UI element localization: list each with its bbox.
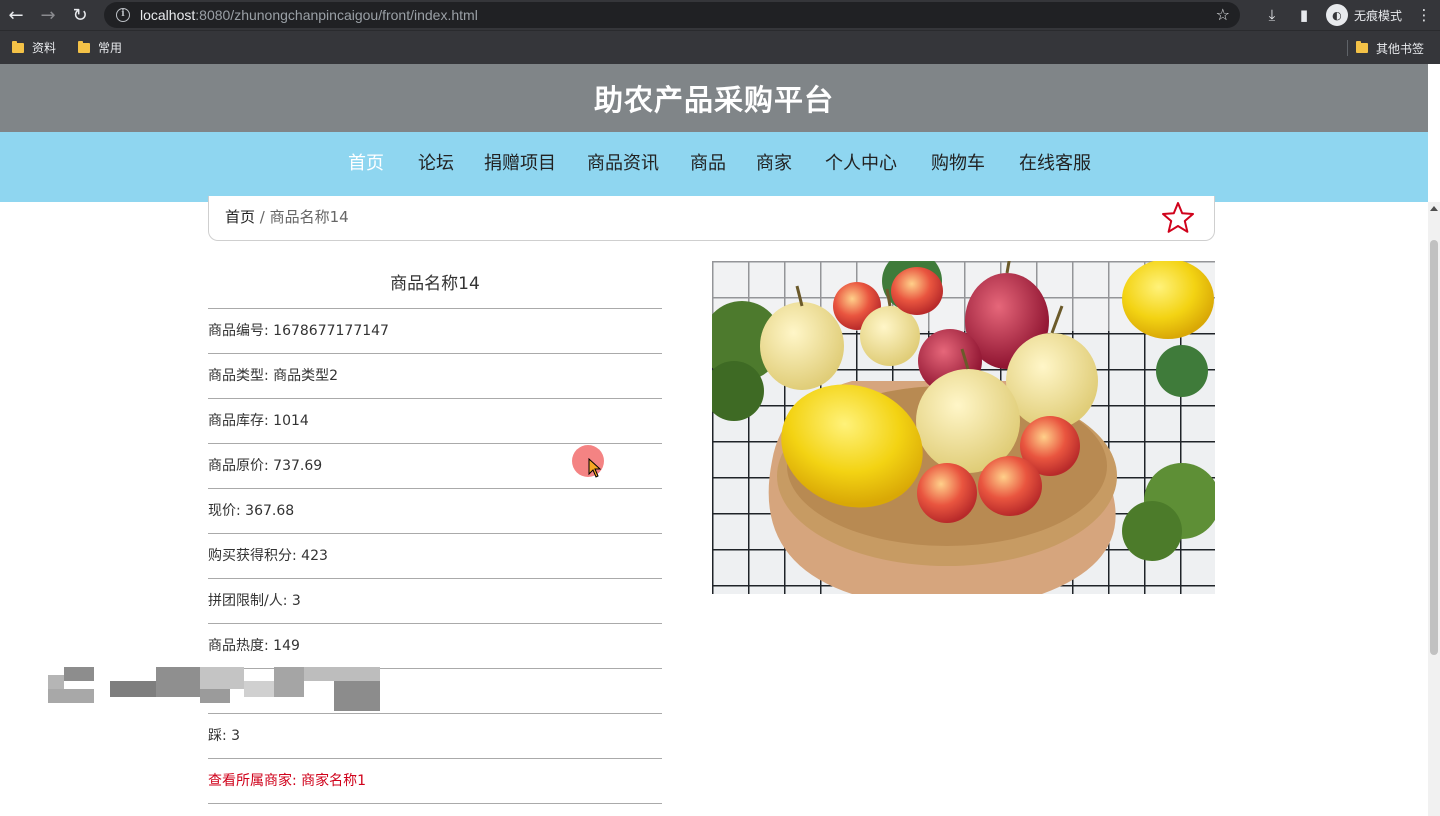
side-panel-icon[interactable]: ▮	[1288, 0, 1320, 30]
nav-profile[interactable]: 个人中心	[825, 132, 897, 202]
product-image	[712, 261, 1215, 594]
favorite-star-icon[interactable]	[1160, 200, 1196, 236]
nav-merchants[interactable]: 商家	[756, 132, 792, 202]
forward-icon[interactable]: →	[32, 0, 64, 30]
bookmark-star-icon[interactable]: ☆	[1216, 5, 1230, 24]
reload-icon[interactable]: ↻	[64, 0, 96, 30]
field-current-price: 现价: 367.68	[208, 489, 662, 534]
url-text[interactable]: localhost:8080/zhunongchanpincaigou/fron…	[140, 7, 478, 23]
nav-home[interactable]: 首页	[348, 132, 384, 202]
field-product-type: 商品类型: 商品类型2	[208, 354, 662, 399]
folder-icon	[1355, 41, 1368, 53]
pixelated-redaction	[48, 667, 388, 712]
product-name: 商品名称14	[208, 262, 662, 309]
field-dislike: 踩: 3	[208, 714, 662, 759]
field-points: 购买获得积分: 423	[208, 534, 662, 579]
breadcrumb-current: 商品名称14	[269, 208, 349, 226]
bookmark-folder[interactable]: 常用	[78, 39, 122, 56]
folder-icon	[78, 40, 91, 53]
field-product-number: 商品编号: 1678677177147	[208, 309, 662, 354]
incognito-indicator[interactable]: ◐ 无痕模式	[1325, 4, 1402, 26]
browser-toolbar: ← → ↻ i localhost:8080/zhunongchanpincai…	[0, 0, 1440, 30]
nav-products[interactable]: 商品	[690, 132, 726, 202]
back-icon[interactable]: ←	[0, 0, 32, 30]
cursor-icon	[588, 458, 602, 478]
bookmarks-bar: 资料 常用 其他书签	[0, 30, 1440, 64]
address-bar[interactable]: i localhost:8080/zhunongchanpincaigou/fr…	[104, 2, 1240, 28]
incognito-icon: ◐	[1325, 4, 1348, 26]
field-group-limit: 拼团限制/人: 3	[208, 579, 662, 624]
field-popularity: 商品热度: 149	[208, 624, 662, 669]
nav-support[interactable]: 在线客服	[1019, 132, 1091, 202]
breadcrumb-home[interactable]: 首页	[225, 208, 255, 226]
page-scrollbar[interactable]	[1428, 202, 1440, 816]
divider	[1346, 40, 1348, 56]
scroll-up-icon[interactable]	[1430, 206, 1438, 211]
site-title: 助农产品采购平台	[593, 83, 834, 117]
scrollbar-thumb[interactable]	[1430, 240, 1438, 655]
breadcrumb: 首页 / 商品名称14	[208, 196, 1215, 241]
bookmark-folder[interactable]: 资料	[12, 39, 56, 56]
download-icon[interactable]: ⤓	[1256, 0, 1288, 30]
nav-forum[interactable]: 论坛	[418, 132, 454, 202]
main-nav: 首页 论坛 捐赠项目 商品资讯 商品 商家 个人中心 购物车 在线客服	[0, 132, 1428, 202]
nav-donation[interactable]: 捐赠项目	[484, 132, 556, 202]
product-details: 商品名称14 商品编号: 1678677177147 商品类型: 商品类型2 商…	[48, 262, 662, 804]
field-stock: 商品库存: 1014	[208, 399, 662, 444]
menu-icon[interactable]: ⋮	[1408, 0, 1440, 30]
info-icon[interactable]: i	[116, 8, 130, 22]
breadcrumb-separator: /	[259, 208, 265, 226]
folder-icon	[12, 40, 24, 53]
site-header: 助农产品采购平台	[0, 64, 1428, 132]
nav-news[interactable]: 商品资讯	[587, 132, 659, 202]
merchant-link[interactable]: 查看所属商家: 商家名称1	[208, 759, 662, 804]
other-bookmarks[interactable]: 其他书签	[1355, 40, 1424, 57]
nav-cart[interactable]: 购物车	[931, 132, 985, 202]
